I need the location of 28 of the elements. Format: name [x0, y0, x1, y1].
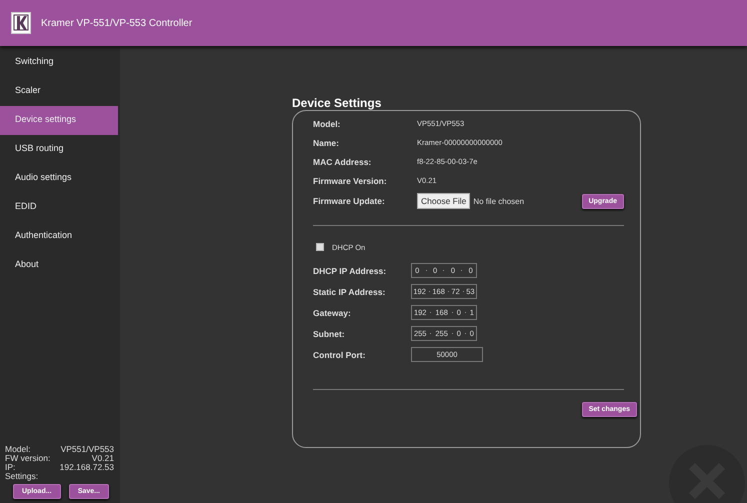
sidebar-item[interactable]: Scaler: [0, 77, 118, 106]
info-value: 192.168.72.53: [60, 463, 114, 472]
app-title: Kramer VP-551/VP-553 Controller: [41, 18, 192, 28]
choose-file-button[interactable]: Choose File: [417, 193, 470, 209]
field-label: Firmware Version:: [313, 176, 388, 186]
info-value: VP551/VP553: [60, 445, 114, 454]
sidebar-item[interactable]: EDID: [0, 193, 118, 222]
info-label: IP:: [5, 463, 16, 472]
sidebar-item[interactable]: Switching: [0, 48, 118, 77]
info-label: FW version:: [5, 454, 50, 463]
sidebar-item[interactable]: Device settings: [0, 106, 118, 135]
sidebar-item[interactable]: USB routing: [0, 135, 118, 164]
checkbox[interactable]: [316, 243, 324, 251]
section-title: Device Settings: [292, 96, 382, 110]
field-label: Model:: [313, 118, 342, 128]
info-label: Model:: [5, 445, 31, 454]
field-label: Firmware Update:: [313, 196, 386, 206]
settings-label: Settings:: [5, 472, 40, 481]
field-label: DHCP IP Address:: [313, 266, 388, 276]
sidebar-item[interactable]: Audio settings: [0, 164, 118, 193]
sidebar-item[interactable]: Authentication: [0, 222, 118, 251]
info-value: V0.21: [92, 454, 114, 463]
logo-icon: [11, 12, 31, 34]
file-status: No file chosen: [473, 196, 526, 206]
sidebar-item[interactable]: About: [0, 251, 118, 280]
field-label: Control Port:: [313, 350, 366, 360]
field-label: MAC Address:: [313, 156, 372, 166]
field-label: Name:: [313, 138, 340, 148]
